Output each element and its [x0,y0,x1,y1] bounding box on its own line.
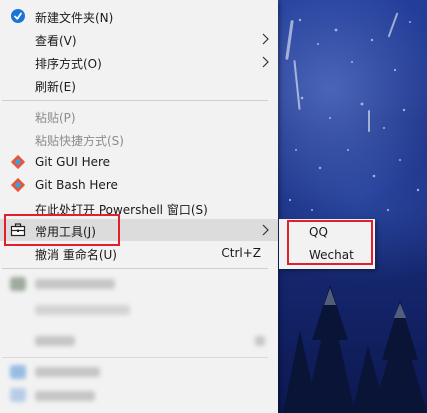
menu-item-view[interactable]: 查看(V) [0,28,278,50]
menu-item-paste-shortcut: 粘贴快捷方式(S) [0,128,278,150]
menu-item-label: Git GUI Here [35,155,111,169]
menu-item-sort-by[interactable]: 排序方式(O) [0,51,278,73]
menu-item-label: 新建文件夹(N) [35,11,114,25]
desktop-context-menu: 新建文件夹(N) 查看(V) 排序方式(O) 刷新(E) 粘贴(P) 粘贴快捷方… [0,0,278,413]
submenu-item-wechat[interactable]: Wechat [309,248,354,262]
menu-item-label: 排序方式(O) [35,57,102,71]
git-icon [10,177,26,193]
menu-item-label: 粘贴(P) [35,111,76,125]
submenu-item-qq[interactable]: QQ [309,225,328,239]
menu-item-label: Git Bash Here [35,178,118,192]
menu-item-label: 查看(V) [35,34,77,48]
chevron-right-icon [262,56,269,68]
menu-item-new-folder[interactable]: 新建文件夹(N) [0,5,278,27]
toolbox-icon [10,222,26,238]
menu-item-open-powershell[interactable]: 在此处打开 Powershell 窗口(S) [0,197,278,219]
menu-item-git-gui[interactable]: Git GUI Here [0,151,278,173]
common-tools-submenu: QQ Wechat [279,219,375,269]
chevron-right-icon [262,224,269,236]
menu-item-git-bash[interactable]: Git Bash Here [0,174,278,196]
menu-item-undo-rename[interactable]: 撤消 重命名(U) Ctrl+Z [0,242,278,264]
menu-item-label: 撤消 重命名(U) [35,248,117,262]
new-folder-icon [10,8,26,24]
menu-item-label: 粘贴快捷方式(S) [35,134,124,148]
menu-item-refresh[interactable]: 刷新(E) [0,74,278,96]
menu-item-common-tools[interactable]: 常用工具(J) [0,219,278,241]
menu-separator [2,100,268,101]
menu-item-label: 刷新(E) [35,80,76,94]
menu-item-label: 在此处打开 Powershell 窗口(S) [35,203,208,217]
git-icon [10,154,26,170]
menu-item-paste: 粘贴(P) [0,105,278,127]
menu-item-shortcut: Ctrl+Z [221,246,261,260]
menu-separator [2,268,268,269]
menu-item-label: 常用工具(J) [35,225,96,239]
chevron-right-icon [262,33,269,45]
